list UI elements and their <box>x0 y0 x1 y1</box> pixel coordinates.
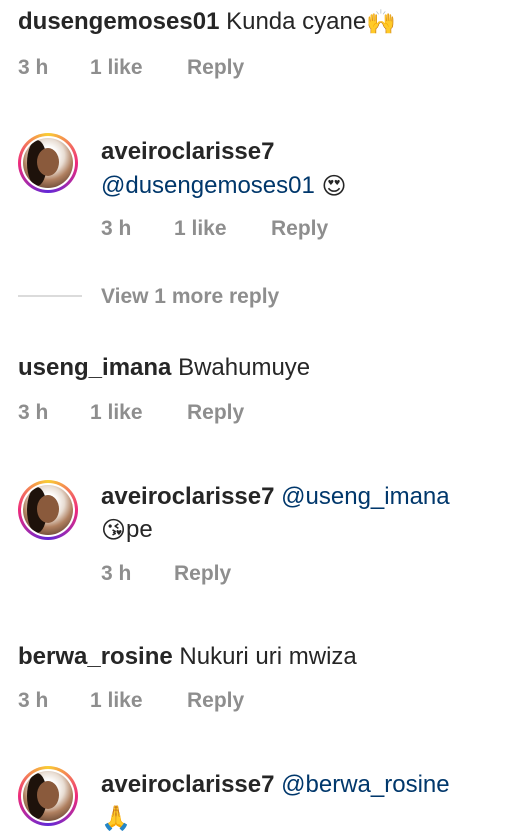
avatar[interactable] <box>18 480 78 540</box>
comment-text: Nukuri uri mwiza <box>179 643 357 670</box>
comment-row: 🙏 <box>101 803 131 834</box>
comment-username[interactable]: berwa_rosine <box>18 643 173 670</box>
comment-time: 3 h <box>18 401 49 424</box>
comment-row: aveiroclarisse7 <box>101 137 274 167</box>
avatar[interactable] <box>18 133 78 193</box>
comment-row: aveiroclarisse7 @berwa_rosine <box>101 770 450 800</box>
like-count[interactable]: 1 like <box>90 55 143 81</box>
comment-row: @dusengemoses01 😍 <box>101 171 347 202</box>
reply-button[interactable]: Reply <box>187 400 244 426</box>
mention-link[interactable]: @berwa_rosine <box>281 771 449 798</box>
heart-eyes-emoji-icon: 😍 <box>321 172 347 200</box>
view-replies-divider <box>18 295 82 297</box>
comment-row: useng_imana Bwahumuye <box>18 353 310 383</box>
like-count[interactable]: 1 like <box>90 688 143 714</box>
comment-username[interactable]: useng_imana <box>18 354 171 381</box>
reply-button[interactable]: Reply <box>187 55 244 81</box>
comment-text: Kunda cyane <box>226 8 367 35</box>
comment-meta: 3 h 1 like Reply <box>0 55 520 81</box>
comment-time: 3 h <box>18 689 49 712</box>
comment-username[interactable]: aveiroclarisse7 <box>101 138 274 165</box>
comment-time: 3 h <box>101 562 132 585</box>
mention-link[interactable]: @dusengemoses01 <box>101 172 315 199</box>
comment-row: 😘pe <box>101 515 153 546</box>
praying-hands-emoji-icon: 🙏 <box>101 804 131 832</box>
comment-text: pe <box>126 516 153 543</box>
kiss-emoji-icon: 😘 <box>101 516 127 544</box>
reply-button[interactable]: Reply <box>187 688 244 714</box>
reply-button[interactable]: Reply <box>174 561 231 587</box>
mention-link[interactable]: @useng_imana <box>281 483 449 510</box>
view-more-replies-button[interactable]: View 1 more reply <box>101 284 279 310</box>
raised-hands-emoji-icon: 🙌 <box>366 8 397 36</box>
avatar[interactable] <box>18 766 78 826</box>
comment-time: 3 h <box>18 56 49 79</box>
like-count[interactable]: 1 like <box>90 400 143 426</box>
like-count[interactable]: 1 like <box>174 216 227 242</box>
comment-username[interactable]: dusengemoses01 <box>18 8 219 35</box>
comment-username[interactable]: aveiroclarisse7 <box>101 771 274 798</box>
comment-row: aveiroclarisse7 @useng_imana <box>101 482 450 512</box>
comment-text: Bwahumuye <box>178 354 311 381</box>
comment-username[interactable]: aveiroclarisse7 <box>101 483 274 510</box>
comment-time: 3 h <box>101 217 132 240</box>
comment-meta: 3 h 1 like Reply <box>0 400 520 426</box>
comment-meta: 3 h Reply <box>0 561 520 587</box>
comment-meta: 3 h 1 like Reply <box>0 216 520 242</box>
comment-meta: 3 h 1 like Reply <box>0 688 520 714</box>
comment-row: dusengemoses01 Kunda cyane🙌 <box>18 7 396 38</box>
comment-row: berwa_rosine Nukuri uri mwiza <box>18 642 357 672</box>
reply-button[interactable]: Reply <box>271 216 328 242</box>
